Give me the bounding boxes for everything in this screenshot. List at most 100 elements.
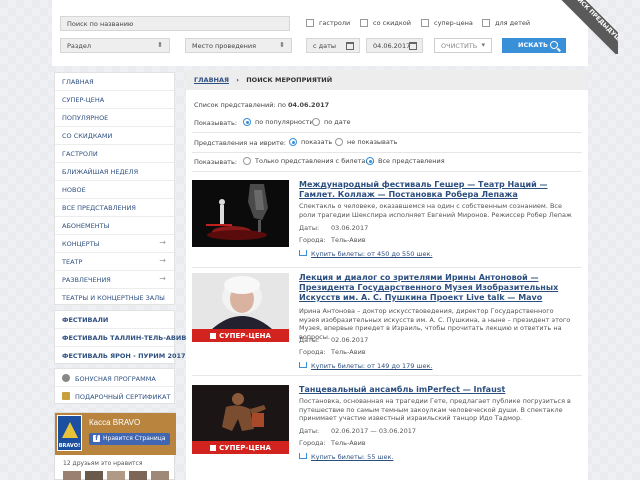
checkbox-box[interactable]: [360, 19, 368, 27]
calendar-icon[interactable]: [346, 42, 354, 50]
radio-button[interactable]: [335, 138, 343, 146]
checkbox-discount[interactable]: со скидкой: [360, 19, 411, 27]
checkbox-super-price[interactable]: супер-цена: [421, 19, 473, 27]
menu-item-home[interactable]: ГЛАВНАЯ: [55, 73, 174, 91]
show-all-radio[interactable]: Все представления: [366, 157, 445, 165]
menu-item-bonus[interactable]: БОНУСНАЯ ПРОГРАММА: [55, 369, 174, 387]
hebrew-hide-radio[interactable]: не показывать: [335, 138, 397, 146]
friend-avatar[interactable]: [63, 471, 81, 480]
sort-label: Показывать:: [194, 119, 237, 127]
buy-tickets-link[interactable]: Купить билеты: от 450 до 550 шек.: [299, 250, 432, 258]
dates-label: Даты:: [299, 224, 320, 232]
main-menu: ГЛАВНАЯ СУПЕР-ЦЕНА ПОПУЛЯРНОЕ СО СКИДКАМ…: [54, 72, 175, 305]
event-title-link[interactable]: Лекция и диалог со зрителями Ирины Антон…: [299, 273, 574, 303]
buy-tickets-link[interactable]: Купить билеты: от 149 до 179 шек.: [299, 362, 432, 370]
super-price-label: СУПЕР-ЦЕНА: [219, 332, 271, 340]
radio-button[interactable]: [312, 118, 320, 126]
tickets-text: Купить билеты: от 149 до 179 шек.: [311, 362, 433, 370]
logo-text: BRAVO!: [58, 443, 81, 449]
checkbox-label: супер-цена: [434, 19, 473, 27]
menu-item-discounts[interactable]: СО СКИДКАМИ: [55, 127, 174, 145]
hebrew-show-radio[interactable]: показать: [289, 138, 332, 146]
tickets-text: Купить билеты: 55 шек.: [311, 453, 394, 461]
menu-item-festivals[interactable]: ФЕСТИВАЛИ: [55, 311, 174, 329]
breadcrumb-home-link[interactable]: ГЛАВНАЯ: [194, 76, 229, 84]
menu-item-concerts[interactable]: КОНЦЕРТЫ →: [55, 235, 174, 253]
like-page-button[interactable]: f Нравится Страница: [89, 433, 170, 445]
menu-item-festival-yaron[interactable]: ФЕСТИВАЛЬ ЯРОН - ПУРИМ 2017: [55, 347, 186, 365]
facebook-icon: f: [93, 435, 100, 442]
menu-item-theatre[interactable]: ТЕАТР →: [55, 253, 174, 271]
radio-button[interactable]: [366, 157, 374, 165]
checkbox-box[interactable]: [421, 19, 429, 27]
event-thumbnail[interactable]: СУПЕР-ЦЕНА: [192, 385, 289, 454]
event-thumbnail[interactable]: [192, 180, 289, 247]
menu-item-popular[interactable]: ПОПУЛЯРНОЕ: [55, 109, 174, 127]
checkbox-kids[interactable]: для детей: [482, 19, 530, 27]
sort-date-radio[interactable]: по дате: [312, 118, 351, 126]
event-title-link[interactable]: Танцевальный ансамбль imPerfect — Infaus…: [299, 385, 574, 395]
menu-item-subscriptions[interactable]: АБОНЕМЕНТЫ: [55, 217, 174, 235]
chevron-down-icon: ⬍: [279, 41, 285, 49]
menu-item-new[interactable]: НОВОЕ: [55, 181, 174, 199]
menu-item-label: ТЕАТР: [62, 258, 83, 266]
radio-button[interactable]: [289, 138, 297, 146]
date-from-input[interactable]: с даты: [306, 38, 360, 53]
menu-item-venues[interactable]: ТЕАТРЫ И КОНЦЕРТНЫЕ ЗАЛЫ: [55, 289, 174, 307]
friend-avatar[interactable]: [85, 471, 103, 480]
menu-item-entertainment[interactable]: РАЗВЛЕЧЕНИЯ →: [55, 271, 174, 289]
chevron-right-icon: →: [159, 256, 166, 265]
checkbox-box[interactable]: [306, 19, 314, 27]
menu-item-next-week[interactable]: БЛИЖАЙШАЯ НЕДЕЛЯ: [55, 163, 174, 181]
divider: [192, 375, 582, 376]
checkbox-label: гастроли: [319, 19, 351, 27]
extras-menu: БОНУСНАЯ ПРОГРАММА ПОДАРОЧНЫЙ СЕРТИФИКАТ: [54, 368, 175, 404]
chevron-right-icon: →: [159, 274, 166, 283]
clear-button[interactable]: ОЧИСТИТЬ ▾: [434, 38, 492, 53]
date-to-input[interactable]: 04.06.2017: [366, 38, 423, 53]
checkbox-label: для детей: [495, 19, 531, 27]
section-select[interactable]: Раздел ⬍: [60, 38, 170, 53]
cart-icon: [299, 453, 307, 459]
section-select-value: Раздел: [67, 42, 92, 50]
sort-popularity-radio[interactable]: по популярности: [243, 118, 314, 126]
radio-label: не показывать: [347, 138, 398, 146]
dates-value: 03.06.2017: [331, 224, 369, 232]
menu-item-super-price[interactable]: СУПЕР-ЦЕНА: [55, 91, 174, 109]
breadcrumb-separator: ›: [236, 76, 239, 84]
calendar-icon[interactable]: [409, 42, 417, 50]
radio-button[interactable]: [243, 118, 251, 126]
event-card: СУПЕР-ЦЕНА Танцевальный ансамбль imPerfe…: [186, 385, 588, 465]
friend-avatar[interactable]: [129, 471, 147, 480]
radio-label: по дате: [324, 118, 351, 126]
divider: [192, 171, 582, 172]
checkbox-label: со скидкой: [373, 19, 411, 27]
menu-item-festival-tallinn[interactable]: ФЕСТИВАЛЬ ТАЛЛИН-ТЕЛЬ-АВИВ: [55, 329, 186, 347]
dates-value: 02.06.2017: [331, 336, 369, 344]
widget-title[interactable]: Касса BRAVO: [89, 418, 140, 427]
event-description: Спектакль о человеке, оказавшемся на оди…: [299, 202, 572, 219]
friend-avatar[interactable]: [107, 471, 125, 480]
event-title-link[interactable]: Международный фестиваль Гешер — Театр На…: [299, 180, 574, 200]
menu-item-all-shows[interactable]: ВСЕ ПРЕДСТАВЛЕНИЯ: [55, 199, 174, 217]
super-price-badge[interactable]: СУПЕР-ЦЕНА: [192, 329, 289, 342]
show-with-tickets-radio[interactable]: Только представления с билетами: [243, 157, 374, 165]
menu-item-gift-card[interactable]: ПОДАРОЧНЫЙ СЕРТИФИКАТ: [55, 387, 174, 405]
bravo-logo[interactable]: BRAVO!: [57, 415, 82, 451]
clear-button-label: ОЧИСТИТЬ: [441, 42, 478, 50]
date-to-value: 04.06.2017: [373, 42, 411, 50]
buy-tickets-link[interactable]: Купить билеты: 55 шек.: [299, 453, 393, 461]
checkbox-tours[interactable]: гастроли: [306, 19, 350, 27]
menu-item-tours[interactable]: ГАСТРОЛИ: [55, 145, 174, 163]
city-value: Тель-Авив: [331, 439, 366, 447]
event-thumbnail[interactable]: СУПЕР-ЦЕНА: [192, 273, 289, 342]
event-card: Международный фестиваль Гешер — Театр На…: [186, 180, 588, 265]
super-price-badge[interactable]: СУПЕР-ЦЕНА: [192, 441, 289, 454]
friend-avatar[interactable]: [151, 471, 169, 480]
radio-button[interactable]: [243, 157, 251, 165]
chevron-right-icon: →: [159, 238, 166, 247]
venue-select[interactable]: Место проведения ⬍: [185, 38, 292, 53]
search-input[interactable]: Поиск по названию: [60, 16, 290, 31]
corner-ribbon[interactable]: ПОИСК ПРЕДЫДУЩИЕ: [538, 0, 618, 54]
checkbox-box[interactable]: [482, 19, 490, 27]
